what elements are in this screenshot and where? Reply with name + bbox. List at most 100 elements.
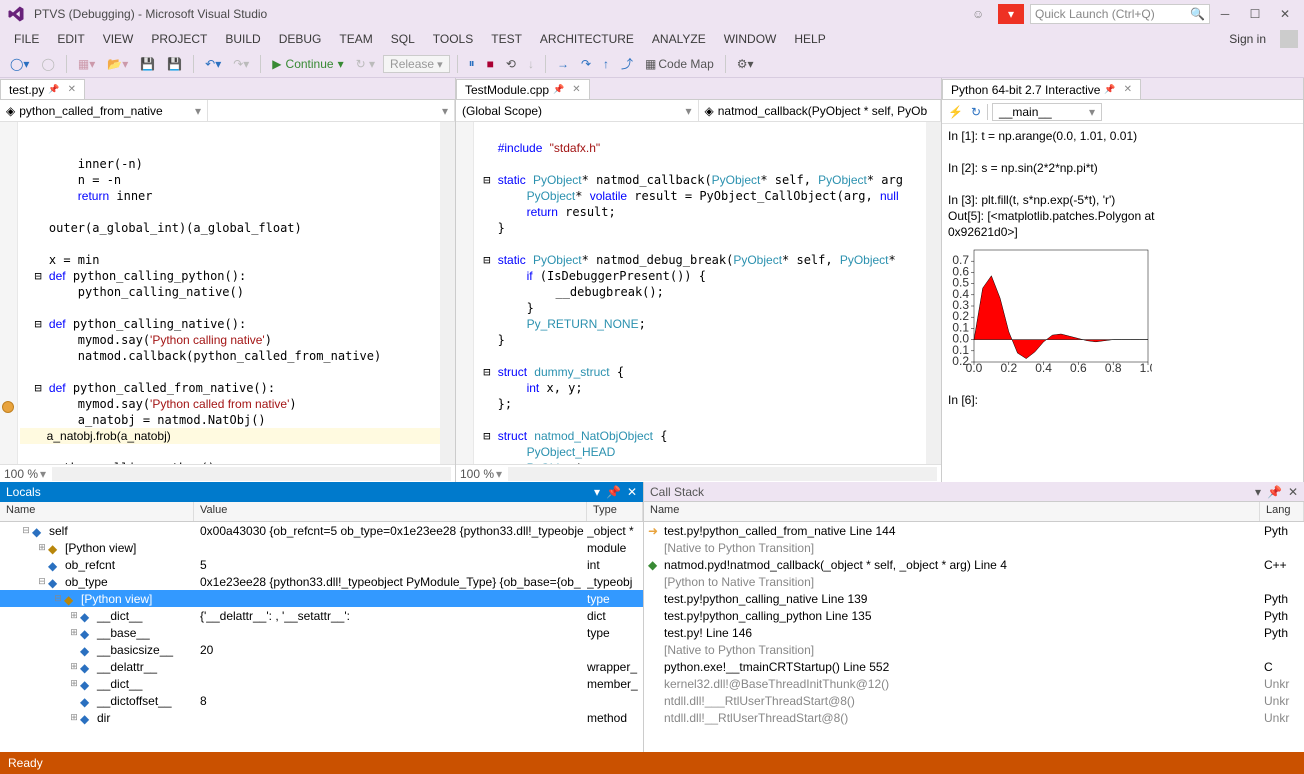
maximize-button[interactable]: ☐: [1240, 7, 1270, 21]
locals-row[interactable]: ⊟◆ob_type0x1e23ee28 {python33.dll!_typeo…: [0, 573, 643, 590]
open-button[interactable]: 📂▾: [103, 55, 132, 73]
menu-help[interactable]: HELP: [786, 30, 833, 48]
notification-flag-icon[interactable]: ▾: [998, 4, 1024, 24]
refresh-button[interactable]: ⟲: [502, 55, 520, 73]
zoom-level[interactable]: 100 %: [460, 467, 494, 481]
menu-test[interactable]: TEST: [483, 30, 530, 48]
callstack-row[interactable]: test.py!python_calling_python Line 135Py…: [644, 607, 1304, 624]
user-avatar-icon[interactable]: [1280, 30, 1298, 48]
step-out-button[interactable]: ↑: [599, 55, 613, 73]
tab-interactive[interactable]: Python 64-bit 2.7 Interactive 📌 ✕: [942, 79, 1141, 99]
scrollbar-vertical[interactable]: [440, 122, 455, 464]
menu-view[interactable]: VIEW: [95, 30, 142, 48]
pin-icon[interactable]: 📌: [1267, 485, 1282, 499]
locals-row[interactable]: ◆__basicsize__20: [0, 641, 643, 658]
scrollbar-horizontal[interactable]: [52, 467, 451, 481]
col-name[interactable]: Name: [644, 502, 1260, 521]
menu-analyze[interactable]: ANALYZE: [644, 30, 714, 48]
callstack-body[interactable]: ➜test.py!python_called_from_native Line …: [644, 522, 1304, 752]
interactive-repl[interactable]: In [1]: t = np.arange(0.0, 1.01, 0.01) I…: [942, 124, 1303, 482]
callstack-row[interactable]: test.py!python_calling_native Line 139Py…: [644, 590, 1304, 607]
dropdown-icon[interactable]: ▾: [1255, 485, 1261, 499]
nav-fwd-button[interactable]: ◯: [37, 55, 58, 73]
locals-row[interactable]: ⊞◆__dict__member_: [0, 675, 643, 692]
col-lang[interactable]: Lang: [1260, 502, 1304, 521]
menu-file[interactable]: FILE: [6, 30, 47, 48]
locals-row[interactable]: ⊞◆__delattr__wrapper_: [0, 658, 643, 675]
close-button[interactable]: ✕: [1270, 7, 1300, 21]
sign-in-link[interactable]: Sign in: [1221, 30, 1274, 48]
locals-panel-title[interactable]: Locals ▾📌✕: [0, 482, 643, 502]
restart-button[interactable]: ↻ ▾: [352, 55, 379, 73]
stop-button[interactable]: ■: [483, 55, 498, 73]
config-dropdown[interactable]: Release ▾: [383, 55, 450, 73]
tab-test-py[interactable]: test.py 📌 ✕: [0, 79, 85, 99]
scrollbar-vertical[interactable]: [926, 122, 941, 464]
break-all-button[interactable]: ⏸: [465, 54, 479, 73]
redo-button[interactable]: ↷▾: [229, 55, 253, 73]
quick-launch-input[interactable]: Quick Launch (Ctrl+Q) 🔍: [1030, 4, 1210, 24]
nav-back-button[interactable]: ◯▾: [6, 55, 33, 73]
callstack-row[interactable]: ntdll.dll!__RtlUserThreadStart@8()Unkr: [644, 709, 1304, 726]
callstack-row[interactable]: python.exe!__tmainCRTStartup() Line 552C: [644, 658, 1304, 675]
continue-button[interactable]: ▶Continue ▾: [268, 55, 347, 73]
pin-icon[interactable]: 📌: [606, 485, 621, 499]
close-panel-icon[interactable]: ✕: [627, 485, 637, 499]
dropdown-icon[interactable]: ▾: [594, 485, 600, 499]
locals-row[interactable]: ⊟◆self0x00a43030 {ob_refcnt=5 ob_type=0x…: [0, 522, 643, 539]
pin-icon[interactable]: 📌: [1104, 84, 1115, 95]
scope-selector[interactable]: __main__▾: [992, 103, 1102, 121]
member-dropdown-mid[interactable]: ◈ natmod_callback(PyObject * self, PyOb: [699, 100, 942, 121]
col-name[interactable]: Name: [0, 502, 194, 521]
callstack-row[interactable]: [Native to Python Transition]: [644, 539, 1304, 556]
menu-team[interactable]: TEAM: [331, 30, 380, 48]
misc-button[interactable]: ⚙▾: [733, 55, 758, 73]
code-editor-left[interactable]: inner(-n) n = -n return inner outer(a_gl…: [0, 122, 440, 464]
menu-tools[interactable]: TOOLS: [425, 30, 481, 48]
callstack-row[interactable]: ◆natmod.pyd!natmod_callback(_object * se…: [644, 556, 1304, 573]
tab-testmodule-cpp[interactable]: TestModule.cpp 📌 ✕: [456, 79, 590, 99]
pin-icon[interactable]: 📌: [48, 84, 59, 95]
locals-row[interactable]: ◆__dictoffset__8: [0, 692, 643, 709]
code-editor-mid[interactable]: #include "stdafx.h" ⊟ static PyObject* n…: [456, 122, 926, 464]
interrupt-button[interactable]: ⚡: [946, 103, 965, 121]
reset-button[interactable]: ↻: [969, 103, 983, 121]
feedback-smiley-icon[interactable]: ☺: [972, 7, 992, 21]
scrollbar-horizontal[interactable]: [508, 467, 937, 481]
callstack-row[interactable]: [Python to Native Transition]: [644, 573, 1304, 590]
menu-build[interactable]: BUILD: [217, 30, 268, 48]
locals-row[interactable]: ◆ob_refcnt5int: [0, 556, 643, 573]
undo-button[interactable]: ↶▾: [201, 55, 225, 73]
callstack-row[interactable]: ➜test.py!python_called_from_native Line …: [644, 522, 1304, 539]
col-value[interactable]: Value: [194, 502, 587, 521]
save-all-button[interactable]: 💾: [163, 55, 186, 73]
pin-icon[interactable]: 📌: [553, 84, 564, 95]
callstack-row[interactable]: ntdll.dll!___RtlUserThreadStart@8()Unkr: [644, 692, 1304, 709]
close-tab-icon[interactable]: ✕: [1124, 84, 1132, 95]
menu-debug[interactable]: DEBUG: [271, 30, 330, 48]
member-dropdown-left[interactable]: ◈ python_called_from_native ▾: [0, 100, 208, 121]
run-to-cursor-button[interactable]: ⤴: [617, 53, 637, 74]
locals-body[interactable]: ⊟◆self0x00a43030 {ob_refcnt=5 ob_type=0x…: [0, 522, 643, 752]
menu-project[interactable]: PROJECT: [143, 30, 215, 48]
show-next-button[interactable]: ↓: [524, 55, 538, 73]
menu-window[interactable]: WINDOW: [716, 30, 785, 48]
zoom-level[interactable]: 100 %: [4, 467, 38, 481]
locals-row[interactable]: ⊞◆[Python view]module: [0, 539, 643, 556]
save-button[interactable]: 💾: [136, 55, 159, 73]
menu-sql[interactable]: SQL: [383, 30, 423, 48]
col-type[interactable]: Type: [587, 502, 643, 521]
locals-row[interactable]: ⊞◆__base__type: [0, 624, 643, 641]
callstack-row[interactable]: test.py! Line 146Pyth: [644, 624, 1304, 641]
new-item-button[interactable]: ▦▾: [74, 55, 99, 73]
scope-dropdown-mid[interactable]: (Global Scope) ▾: [456, 100, 699, 121]
step-over-button[interactable]: ↷: [577, 55, 595, 73]
menu-architecture[interactable]: ARCHITECTURE: [532, 30, 642, 48]
menu-edit[interactable]: EDIT: [49, 30, 92, 48]
codemap-button[interactable]: ▦ Code Map: [641, 55, 718, 73]
locals-row[interactable]: ⊟◆[Python view]type: [0, 590, 643, 607]
step-into-button[interactable]: →: [553, 55, 573, 73]
locals-row[interactable]: ⊞◆__dict__{'__delattr__': , '__setattr__…: [0, 607, 643, 624]
callstack-row[interactable]: kernel32.dll!@BaseThreadInitThunk@12()Un…: [644, 675, 1304, 692]
callstack-panel-title[interactable]: Call Stack ▾📌✕: [644, 482, 1304, 502]
